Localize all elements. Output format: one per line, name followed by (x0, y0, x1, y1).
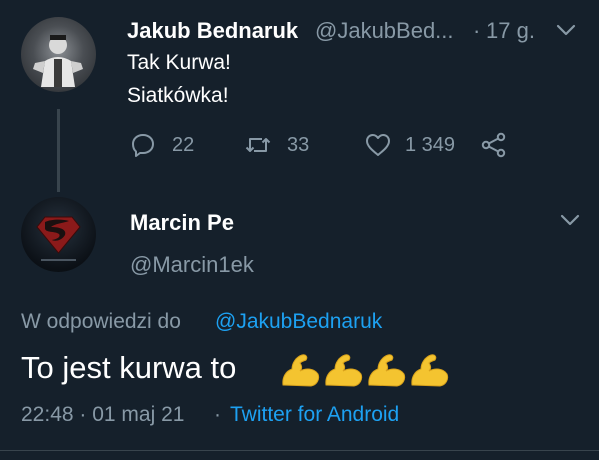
tweet-text-line: Tak Kurwa! (127, 51, 231, 74)
reply-context-label: W odpowiedzi do (21, 310, 181, 333)
tweet-timestamp[interactable]: 22:48 · 01 maj 21 (21, 403, 184, 427)
divider (0, 450, 599, 451)
separator-dot: · (214, 403, 221, 426)
like-count: 1 349 (405, 134, 456, 156)
emoji-row (280, 349, 450, 389)
retweet-count: 33 (287, 134, 310, 156)
tweet-time[interactable]: 17 g. (486, 18, 535, 44)
flexed-biceps-emoji (368, 354, 406, 387)
tweet-text-line: Siatkówka! (127, 84, 229, 107)
thread-line (57, 109, 60, 192)
avatar[interactable] (21, 197, 96, 272)
tweet-source-link[interactable]: Twitter for Android (230, 403, 399, 427)
retweet-button[interactable] (244, 131, 272, 164)
like-button[interactable] (364, 131, 392, 164)
person-silhouette-icon (33, 35, 83, 87)
reply-count: 22 (172, 134, 195, 156)
author-handle[interactable]: @Marcin1ek (130, 252, 254, 278)
separator-dot: · (473, 18, 481, 43)
author-handle[interactable]: @JakubBed... (315, 18, 454, 44)
share-icon (481, 132, 506, 158)
share-button[interactable] (480, 131, 508, 164)
avatar[interactable] (21, 17, 96, 92)
tweet-text: To jest kurwa to (21, 350, 237, 385)
flexed-biceps-emoji (282, 354, 320, 387)
reply-to-mention-link[interactable]: @JakubBednaruk (215, 310, 382, 334)
superman-logo-icon (36, 216, 81, 261)
reply-icon (132, 134, 154, 157)
chevron-down-icon[interactable] (559, 212, 581, 228)
flexed-biceps-emoji (325, 354, 363, 387)
author-name[interactable]: Marcin Pe (130, 210, 234, 236)
reply-button[interactable] (129, 131, 157, 164)
heart-icon (366, 134, 390, 156)
retweet-icon (245, 138, 271, 152)
author-name[interactable]: Jakub Bednaruk (127, 18, 298, 44)
chevron-down-icon[interactable] (555, 22, 577, 38)
flexed-biceps-emoji (411, 354, 449, 387)
